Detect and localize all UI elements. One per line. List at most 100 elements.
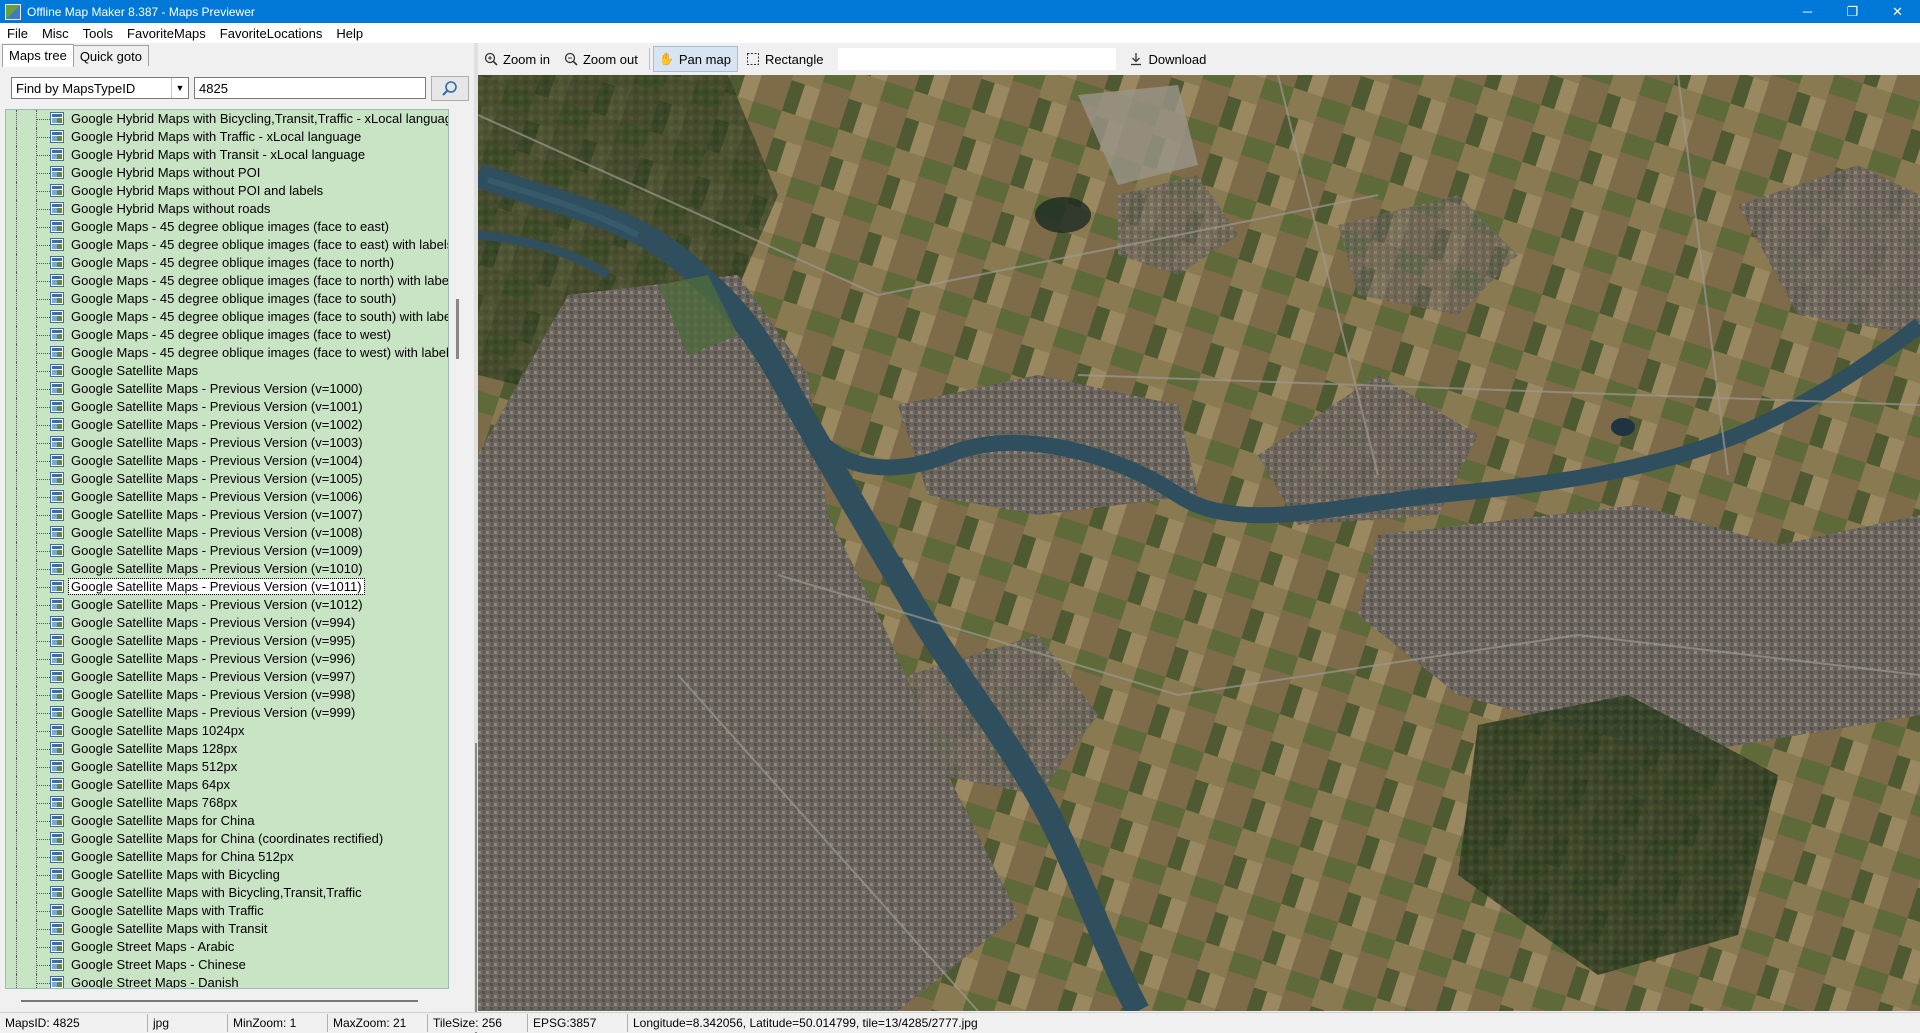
tree-branch-line xyxy=(36,551,50,552)
tree-guide-line xyxy=(16,182,17,200)
tree-item[interactable]: Google Maps - 45 degree oblique images (… xyxy=(6,236,448,254)
tree-item-label: Google Satellite Maps - Previous Version… xyxy=(71,417,363,432)
tree-item[interactable]: Google Satellite Maps - Previous Version… xyxy=(6,434,448,452)
tree-item[interactable]: Google Satellite Maps - Previous Version… xyxy=(6,452,448,470)
menu-tools[interactable]: Tools xyxy=(76,26,120,41)
tree-item[interactable]: Google Satellite Maps - Previous Version… xyxy=(6,704,448,722)
tree-item[interactable]: Google Satellite Maps - Previous Version… xyxy=(6,542,448,560)
tree-item[interactable]: Google Street Maps - Danish xyxy=(6,974,448,988)
map-type-icon xyxy=(50,580,64,593)
find-input[interactable]: 4825 xyxy=(194,77,426,99)
tree-guide-line xyxy=(16,542,17,560)
tree-item[interactable]: Google Maps - 45 degree oblique images (… xyxy=(6,218,448,236)
tree-vertical-scrollbar[interactable] xyxy=(450,109,469,989)
map-type-icon xyxy=(50,922,64,935)
menu-file[interactable]: File xyxy=(0,26,35,41)
tree-item[interactable]: Google Satellite Maps - Previous Version… xyxy=(6,380,448,398)
tree-item[interactable]: Google Maps - 45 degree oblique images (… xyxy=(6,254,448,272)
tree-item[interactable]: Google Hybrid Maps with Transit - xLocal… xyxy=(6,146,448,164)
satellite-map-image[interactable] xyxy=(478,75,1920,1011)
zoom-in-button[interactable]: Zoom in xyxy=(478,46,556,72)
tree-item[interactable]: Google Maps - 45 degree oblique images (… xyxy=(6,272,448,290)
tree-item[interactable]: Google Hybrid Maps without POI xyxy=(6,164,448,182)
tree-item[interactable]: Google Hybrid Maps without roads xyxy=(6,200,448,218)
tree-item[interactable]: Google Hybrid Maps without POI and label… xyxy=(6,182,448,200)
tree-item[interactable]: Google Satellite Maps - Previous Version… xyxy=(6,650,448,668)
tree-item[interactable]: Google Satellite Maps - Previous Version… xyxy=(6,632,448,650)
tree-item[interactable]: Google Satellite Maps 768px xyxy=(6,794,448,812)
tree-item[interactable]: Google Satellite Maps for China (coordin… xyxy=(6,830,448,848)
tree-guide-line xyxy=(16,164,17,182)
tree-item-label: Google Satellite Maps - Previous Version… xyxy=(71,453,363,468)
tree-item[interactable]: Google Satellite Maps 1024px xyxy=(6,722,448,740)
tree-guide-line xyxy=(16,272,17,290)
menu-favorite-maps[interactable]: FavoriteMaps xyxy=(120,26,213,41)
tree-item[interactable]: Google Satellite Maps - Previous Version… xyxy=(6,668,448,686)
restore-button[interactable]: ❐ xyxy=(1830,0,1875,23)
chevron-down-icon[interactable]: ▼ xyxy=(171,78,188,98)
tree-guide-line xyxy=(16,452,17,470)
tree-item[interactable]: Google Satellite Maps 64px xyxy=(6,776,448,794)
tree-item[interactable]: Google Maps - 45 degree oblique images (… xyxy=(6,344,448,362)
tree-item[interactable]: Google Street Maps - Chinese xyxy=(6,956,448,974)
scroll-thumb[interactable] xyxy=(21,1000,418,1002)
download-button[interactable]: Download xyxy=(1123,46,1212,72)
tree-branch-line xyxy=(36,767,50,768)
tree-item[interactable]: Google Maps - 45 degree oblique images (… xyxy=(6,326,448,344)
tree-item[interactable]: Google Satellite Maps - Previous Version… xyxy=(6,488,448,506)
pan-map-label: Pan map xyxy=(678,51,731,67)
map-type-icon xyxy=(50,274,64,287)
tree-item[interactable]: Google Satellite Maps - Previous Version… xyxy=(6,596,448,614)
scroll-thumb[interactable] xyxy=(456,299,459,359)
minimize-button[interactable]: ─ xyxy=(1785,0,1830,23)
tree-item[interactable]: Google Satellite Maps for China xyxy=(6,812,448,830)
tree-item[interactable]: Google Satellite Maps - Previous Version… xyxy=(6,506,448,524)
tree-guide-line xyxy=(16,974,17,988)
tree-item[interactable]: Google Hybrid Maps with Bicycling,Transi… xyxy=(6,110,448,128)
tree-branch-line xyxy=(36,839,50,840)
pan-map-button[interactable]: ✋ Pan map xyxy=(652,46,738,72)
tree-item-label: Google Hybrid Maps with Transit - xLocal… xyxy=(71,147,366,162)
tree-item[interactable]: Google Satellite Maps with Bicycling,Tra… xyxy=(6,884,448,902)
tree-item[interactable]: Google Satellite Maps with Bicycling xyxy=(6,866,448,884)
tree-item[interactable]: Google Maps - 45 degree oblique images (… xyxy=(6,290,448,308)
tree-item-label: Google Satellite Maps - Previous Version… xyxy=(71,651,356,666)
tree-item[interactable]: Google Satellite Maps - Previous Version… xyxy=(6,470,448,488)
zoom-out-button[interactable]: Zoom out xyxy=(558,46,644,72)
find-type-select[interactable]: Find by MapsTypeID ▼ xyxy=(11,77,189,99)
tab-quick-goto[interactable]: Quick goto xyxy=(72,45,149,66)
splitter-thumb[interactable] xyxy=(475,743,477,1033)
tree-item[interactable]: Google Satellite Maps for China 512px xyxy=(6,848,448,866)
tree-item-label: Google Maps - 45 degree oblique images (… xyxy=(71,327,392,342)
maps-tree[interactable]: Google Hybrid Maps with Bicycling,Transi… xyxy=(5,109,449,989)
tree-item[interactable]: Google Satellite Maps with Transit xyxy=(6,920,448,938)
tree-branch-line xyxy=(36,281,50,282)
tree-horizontal-scrollbar[interactable] xyxy=(5,990,449,1007)
tree-item[interactable]: Google Satellite Maps - Previous Version… xyxy=(6,614,448,632)
tree-item[interactable]: Google Satellite Maps - Previous Version… xyxy=(6,416,448,434)
menu-misc[interactable]: Misc xyxy=(35,26,76,41)
tree-guide-line xyxy=(16,686,17,704)
tree-item[interactable]: Google Satellite Maps with Traffic xyxy=(6,902,448,920)
map-view[interactable] xyxy=(478,75,1920,1011)
tree-item[interactable]: Google Satellite Maps - Previous Version… xyxy=(6,578,448,596)
tree-item[interactable]: Google Satellite Maps - Previous Version… xyxy=(6,686,448,704)
tree-item[interactable]: Google Hybrid Maps with Traffic - xLocal… xyxy=(6,128,448,146)
tree-guide-line xyxy=(16,560,17,578)
map-type-icon xyxy=(50,778,64,791)
menu-help[interactable]: Help xyxy=(329,26,370,41)
tree-item[interactable]: Google Satellite Maps - Previous Version… xyxy=(6,398,448,416)
tree-item[interactable]: Google Satellite Maps - Previous Version… xyxy=(6,560,448,578)
tree-item[interactable]: Google Street Maps - Arabic xyxy=(6,938,448,956)
tree-item[interactable]: Google Maps - 45 degree oblique images (… xyxy=(6,308,448,326)
tree-item[interactable]: Google Satellite Maps 128px xyxy=(6,740,448,758)
tree-item-label: Google Satellite Maps - Previous Version… xyxy=(71,381,363,396)
tree-item[interactable]: Google Satellite Maps xyxy=(6,362,448,380)
rectangle-button[interactable]: Rectangle xyxy=(740,46,830,72)
tab-maps-tree[interactable]: Maps tree xyxy=(2,44,74,67)
close-button[interactable]: ✕ xyxy=(1875,0,1920,23)
menu-favorite-locations[interactable]: FavoriteLocations xyxy=(213,26,330,41)
search-button[interactable] xyxy=(431,76,469,101)
tree-item[interactable]: Google Satellite Maps - Previous Version… xyxy=(6,524,448,542)
tree-item[interactable]: Google Satellite Maps 512px xyxy=(6,758,448,776)
